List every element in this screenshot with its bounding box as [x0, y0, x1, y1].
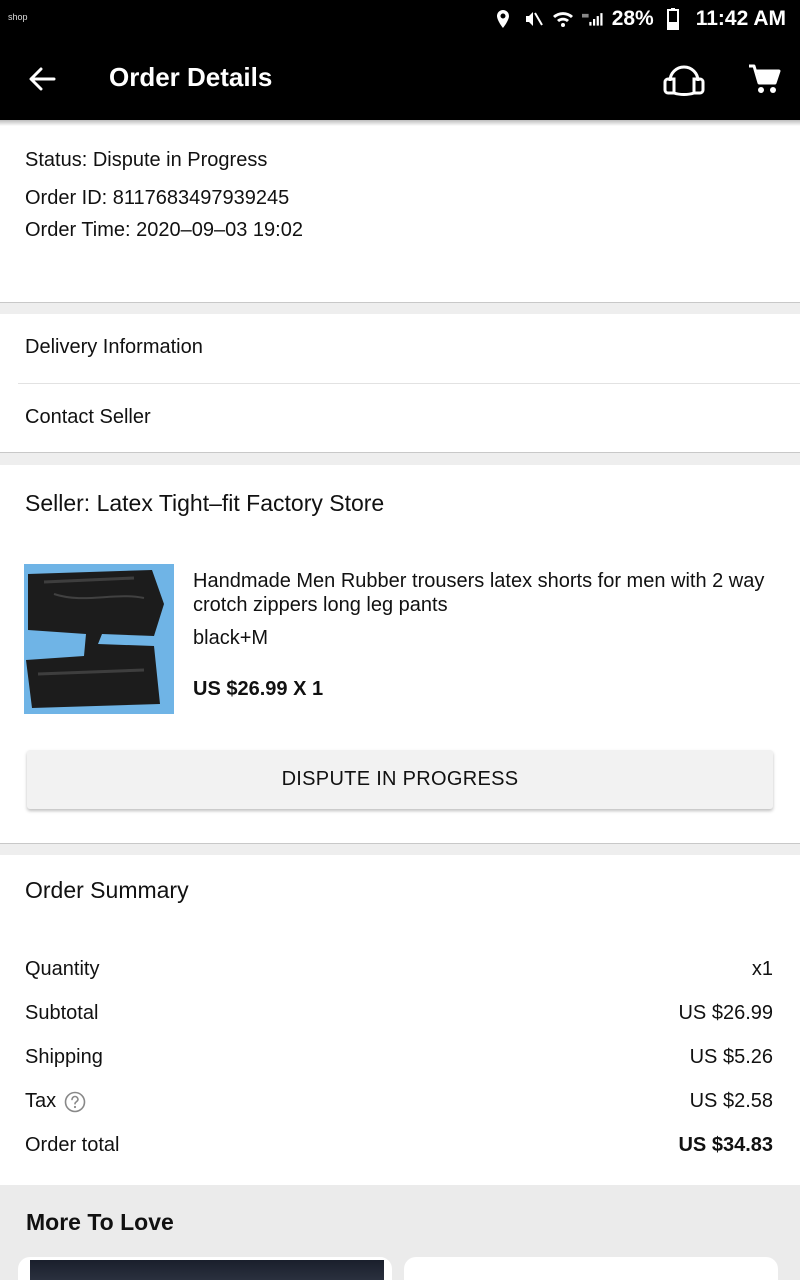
seller-name[interactable]: Seller: Latex Tight–fit Factory Store	[25, 490, 384, 517]
section-separator	[0, 452, 800, 465]
delivery-information-link[interactable]: Delivery Information	[0, 314, 800, 384]
summary-label: Subtotal	[25, 1002, 99, 1024]
summary-value: US $5.26	[689, 1046, 773, 1068]
mute-icon	[522, 8, 544, 30]
product-variant: black+M	[193, 627, 269, 649]
product-title[interactable]: Handmade Men Rubber trousers latex short…	[193, 569, 773, 617]
clock: 11:42 AM	[695, 7, 786, 30]
cart-icon[interactable]	[740, 57, 788, 101]
wifi-icon	[552, 8, 574, 30]
summary-row-subtotal: Subtotal US $26.99	[25, 1002, 773, 1032]
order-time: Order Time: 2020–09–03 19:02	[25, 219, 303, 241]
headset-icon[interactable]	[660, 57, 708, 101]
back-arrow-icon[interactable]	[22, 59, 62, 99]
location-icon	[492, 8, 514, 30]
summary-value: US $26.99	[678, 1002, 773, 1024]
order-id: Order ID: 8117683497939245	[25, 187, 290, 209]
app-bar: Order Details	[0, 38, 800, 120]
delivery-information-label: Delivery Information	[25, 336, 203, 358]
battery-icon	[662, 8, 684, 30]
summary-label: Tax	[25, 1090, 57, 1112]
section-separator	[0, 843, 800, 855]
status-app-label: shop	[8, 12, 28, 22]
contact-seller-link[interactable]: Contact Seller	[0, 384, 800, 452]
order-info-section: Status: Dispute in Progress Order ID: 81…	[0, 126, 800, 302]
recommendation-image[interactable]	[30, 1260, 384, 1280]
summary-label: Order total	[25, 1134, 120, 1156]
summary-row-order-total: Order total US $34.83	[25, 1134, 773, 1164]
recommendation-card[interactable]	[404, 1257, 778, 1280]
more-to-love-section: More To Love	[0, 1185, 800, 1280]
section-separator	[0, 302, 800, 314]
recommendation-card[interactable]	[18, 1257, 392, 1280]
product-image[interactable]	[24, 564, 174, 714]
summary-row-tax: Tax US $2.58	[25, 1090, 773, 1120]
order-summary-heading: Order Summary	[25, 877, 189, 903]
summary-row-quantity: Quantity x1	[25, 958, 773, 988]
help-icon[interactable]	[64, 1091, 86, 1113]
summary-value: US $34.83	[678, 1134, 773, 1156]
summary-label-tax: Tax	[25, 1090, 86, 1113]
summary-label: Quantity	[25, 958, 100, 980]
battery-percent: 28%	[611, 7, 654, 30]
summary-value: x1	[751, 958, 773, 980]
more-to-love-heading: More To Love	[26, 1209, 174, 1235]
signal-icon	[581, 8, 604, 30]
status-bar: shop 28% 11:42 AM	[0, 0, 800, 38]
summary-label: Shipping	[25, 1046, 103, 1068]
contact-seller-label: Contact Seller	[25, 406, 151, 428]
summary-row-shipping: Shipping US $5.26	[25, 1046, 773, 1076]
dispute-in-progress-button[interactable]: DISPUTE IN PROGRESS	[27, 750, 773, 809]
order-status: Status: Dispute in Progress	[25, 149, 268, 171]
product-price: US $26.99 X 1	[193, 678, 324, 700]
page-title: Order Details	[109, 62, 273, 92]
seller-section: Seller: Latex Tight–fit Factory Store Ha…	[0, 465, 800, 843]
order-summary-section: Order Summary Quantity x1 Subtotal US $2…	[0, 855, 800, 1185]
summary-value: US $2.58	[689, 1090, 773, 1112]
